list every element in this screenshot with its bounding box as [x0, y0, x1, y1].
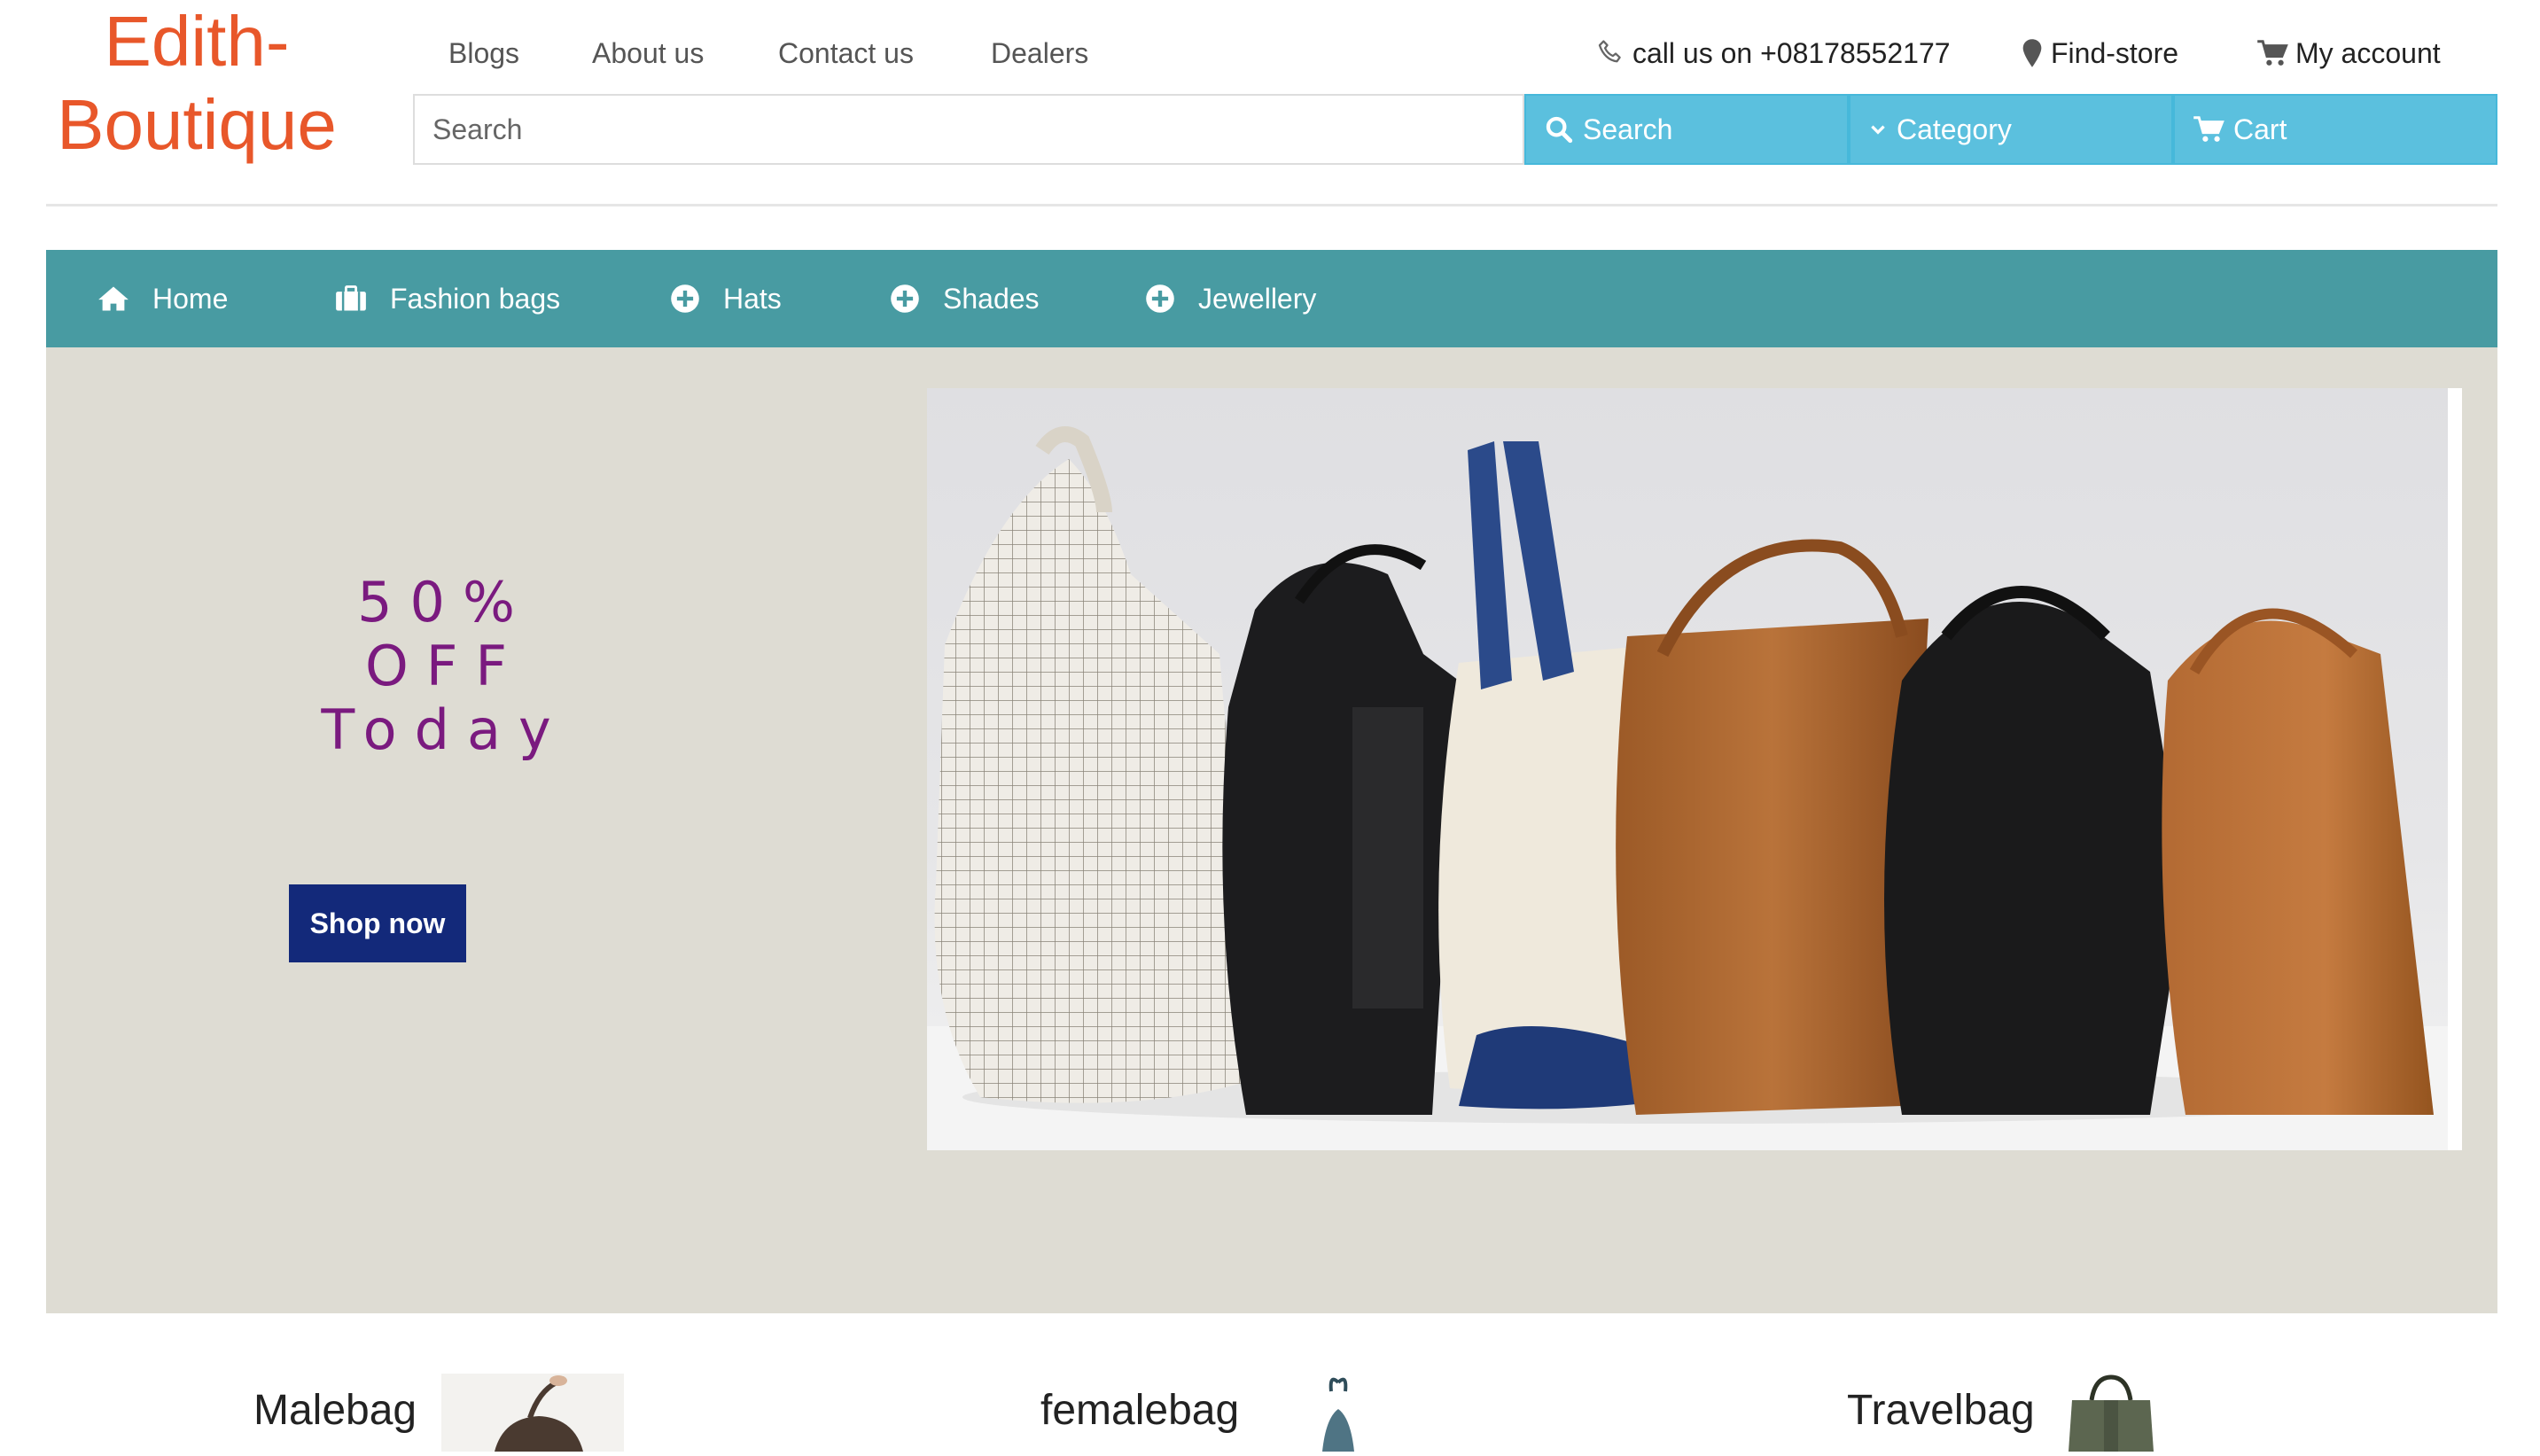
plus-circle-icon	[671, 284, 699, 313]
header-divider	[46, 204, 2497, 206]
nav-item-shades[interactable]: Shades	[890, 250, 1040, 347]
nav-item-hats[interactable]: Hats	[670, 250, 782, 347]
promo-line-3: Today	[321, 697, 569, 762]
femalebag-thumbnail[interactable]	[1303, 1374, 1374, 1452]
category-button[interactable]: Category	[1849, 94, 2173, 165]
hero-banner: 50% OFF Today Shop now	[46, 347, 2497, 1313]
phone-link[interactable]: call us on +08178552177	[1595, 34, 1951, 73]
nav-item-jewellery[interactable]: Jewellery	[1145, 250, 1316, 347]
main-nav: Home Fashion bags Hats Shades Jewellery	[46, 250, 2497, 347]
cart-icon	[2257, 40, 2288, 66]
shop-now-button[interactable]: Shop now	[289, 884, 466, 962]
chevron-down-icon	[1871, 125, 1885, 135]
briefcase-icon	[336, 285, 366, 311]
phone-label: call us on +08178552177	[1632, 37, 1951, 69]
malebag-image	[495, 1375, 583, 1452]
nav-item-fashion-bags[interactable]: Fashion bags	[335, 250, 560, 347]
cart-icon	[2193, 116, 2224, 142]
phone-icon	[1598, 40, 1621, 63]
travelbag-image	[2069, 1374, 2154, 1452]
plus-circle-icon	[891, 284, 919, 313]
my-account-label: My account	[2295, 37, 2441, 69]
nav-label-jewellery: Jewellery	[1198, 282, 1317, 315]
nav-item-home[interactable]: Home	[97, 250, 228, 347]
femalebag-image	[1322, 1377, 1354, 1452]
product-title-malebag[interactable]: Malebag	[253, 1382, 417, 1439]
nav-label-shades: Shades	[943, 282, 1040, 315]
cart-button[interactable]: Cart	[2173, 94, 2497, 165]
search-icon	[1546, 116, 1573, 144]
top-link-about[interactable]: About us	[592, 34, 704, 73]
promo-line-2: OFF	[364, 634, 526, 698]
search-button-label: Search	[1583, 113, 1673, 145]
nav-label-fashion-bags: Fashion bags	[390, 282, 561, 315]
brand-line-1: Edith-	[104, 2, 290, 81]
home-icon	[98, 286, 129, 311]
map-marker-icon	[2022, 39, 2042, 67]
promo-text: 50% OFF Today	[268, 571, 622, 762]
top-link-contact[interactable]: Contact us	[778, 34, 914, 73]
search-input[interactable]	[413, 94, 1524, 165]
malebag-thumbnail[interactable]	[441, 1374, 624, 1452]
product-title-femalebag[interactable]: femalebag	[1040, 1382, 1239, 1439]
travelbag-thumbnail[interactable]	[2060, 1374, 2162, 1452]
top-link-dealers[interactable]: Dealers	[991, 34, 1088, 73]
search-button[interactable]: Search	[1524, 94, 1849, 165]
promo-line-1: 50%	[357, 570, 533, 635]
nav-label-home: Home	[152, 282, 229, 315]
brand-logo[interactable]: Edith- Boutique	[46, 0, 347, 167]
nav-label-hats: Hats	[723, 282, 782, 315]
category-button-label: Category	[1897, 113, 2012, 145]
plus-circle-icon	[1146, 284, 1174, 313]
cart-button-label: Cart	[2233, 113, 2287, 145]
find-store-label: Find-store	[2051, 37, 2179, 69]
product-title-travelbag[interactable]: Travelbag	[1847, 1382, 2035, 1439]
brand-line-2: Boutique	[57, 85, 337, 164]
top-link-blogs[interactable]: Blogs	[448, 34, 519, 73]
my-account-link[interactable]: My account	[2256, 34, 2441, 73]
find-store-link[interactable]: Find-store	[2021, 34, 2178, 73]
hero-bags-image	[927, 388, 2462, 1150]
bags-illustration	[927, 388, 2462, 1150]
